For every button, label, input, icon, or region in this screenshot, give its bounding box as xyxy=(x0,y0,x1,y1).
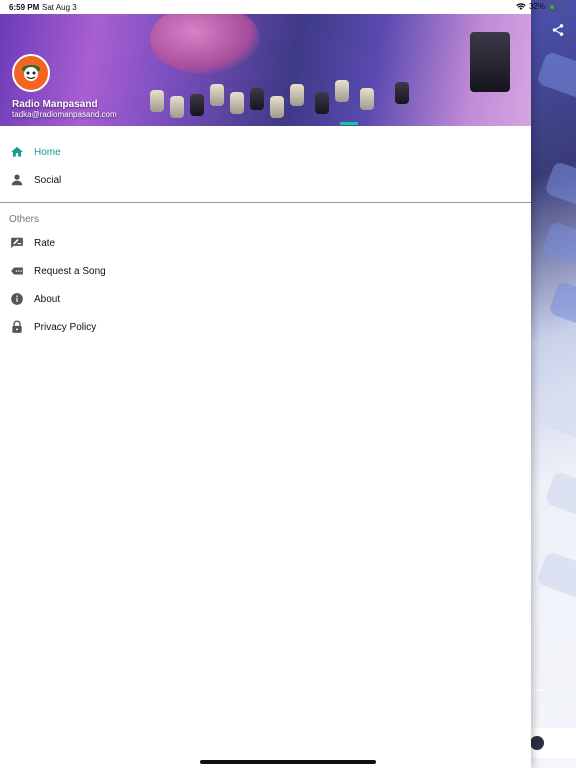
header-photo-knob xyxy=(150,90,164,112)
header-photo-knob xyxy=(290,84,304,106)
header-photo-knob xyxy=(360,88,374,110)
battery-charging-icon xyxy=(548,2,566,11)
home-indicator[interactable] xyxy=(200,760,376,764)
drawer-item-privacy-policy[interactable]: Privacy Policy xyxy=(0,313,531,341)
header-photo-knob xyxy=(335,80,349,102)
request-icon xyxy=(10,264,24,278)
share-button[interactable] xyxy=(546,18,570,42)
drawer-item-home[interactable]: Home xyxy=(0,138,531,166)
rate-icon xyxy=(10,236,24,250)
drawer-item-label: Privacy Policy xyxy=(34,321,97,333)
background-key xyxy=(543,160,576,214)
person-icon xyxy=(10,173,24,187)
status-bar: 6:59 PM Sat Aug 3 32% xyxy=(0,0,576,14)
station-name: Radio Manpasand xyxy=(12,99,98,110)
station-email: tadka@radiomanpasand.com xyxy=(12,110,117,119)
header-photo-hand xyxy=(150,14,260,74)
radio-manpasand-logo xyxy=(12,54,50,92)
home-icon xyxy=(10,145,24,159)
battery-level xyxy=(550,4,554,9)
background-key xyxy=(543,470,576,524)
header-photo-knob xyxy=(210,84,224,106)
background-key xyxy=(540,220,576,274)
drawer-item-label: Rate xyxy=(34,237,56,249)
logo-face-icon xyxy=(22,65,40,81)
drawer-item-about[interactable]: About xyxy=(0,285,531,313)
drawer-item-label: Request a Song xyxy=(34,265,106,277)
drawer-item-request-song[interactable]: Request a Song xyxy=(0,257,531,285)
drawer-divider xyxy=(0,202,531,203)
drawer-item-social[interactable]: Social xyxy=(0,166,531,194)
battery-percentage: 32% xyxy=(528,2,545,11)
background-key xyxy=(535,50,576,104)
wifi-icon xyxy=(516,2,526,10)
background-key xyxy=(547,280,576,334)
header-photo-knob xyxy=(250,88,264,110)
background-divider xyxy=(532,690,548,691)
header-photo-knob xyxy=(170,96,184,118)
navigation-drawer: Radio Manpasand tadka@radiomanpasand.com… xyxy=(0,0,531,768)
status-indicators: 32% xyxy=(516,2,566,11)
header-photo-knob xyxy=(315,92,329,114)
header-photo-knob xyxy=(230,92,244,114)
drawer-item-label: Social xyxy=(34,174,62,186)
drawer-header: Radio Manpasand tadka@radiomanpasand.com xyxy=(0,14,531,126)
lock-icon xyxy=(10,320,24,334)
section-title-others: Others xyxy=(9,214,40,225)
status-time: 6:59 PM xyxy=(9,3,40,12)
header-accent-bar xyxy=(340,122,358,125)
drawer-item-rate[interactable]: Rate xyxy=(0,229,531,257)
info-icon xyxy=(10,292,24,306)
status-date: Sat Aug 3 xyxy=(42,3,77,12)
header-photo-knob xyxy=(270,96,284,118)
header-photo-knob xyxy=(190,94,204,116)
play-toggle[interactable] xyxy=(530,736,544,750)
background-key xyxy=(535,550,576,604)
background-key xyxy=(535,390,576,444)
share-icon xyxy=(552,24,564,36)
header-photo-knob xyxy=(395,82,409,104)
header-photo-fader xyxy=(470,32,510,92)
drawer-item-label: About xyxy=(34,293,61,305)
drawer-item-label: Home xyxy=(34,146,61,158)
